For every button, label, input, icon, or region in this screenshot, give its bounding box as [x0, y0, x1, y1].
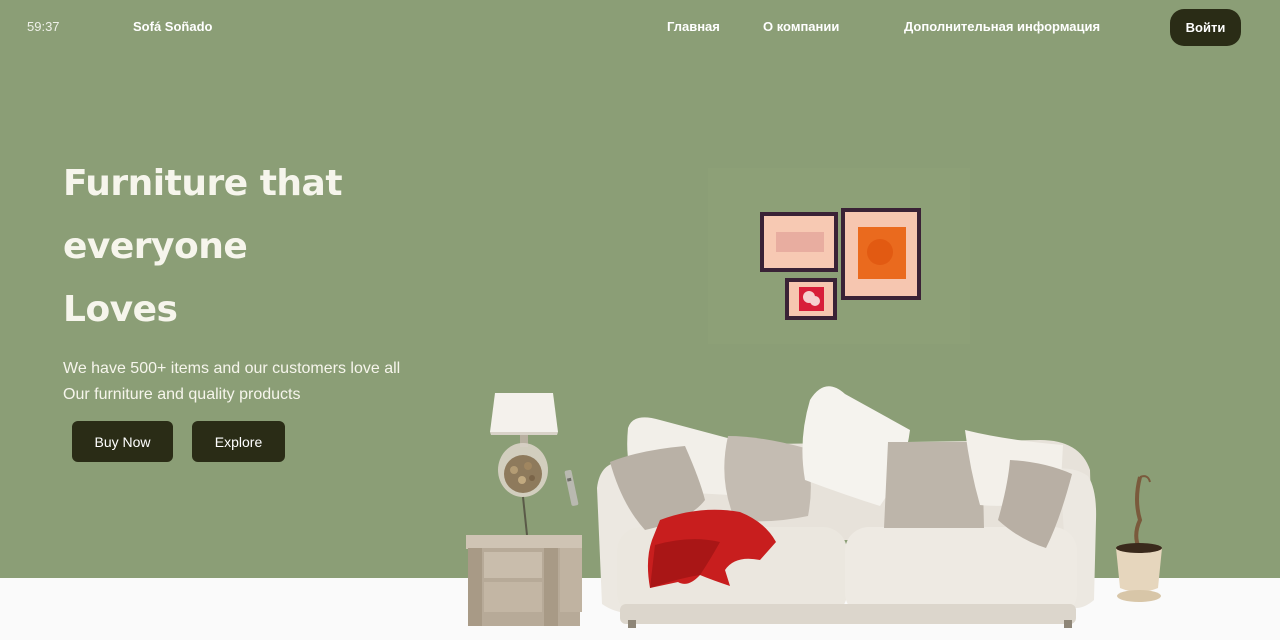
- hero-subtext: We have 500+ items and our customers lov…: [63, 356, 423, 408]
- subtext-line: Our furniture and quality products: [63, 386, 301, 403]
- nav-link-info[interactable]: Дополнительная информация: [904, 19, 1100, 34]
- headline-line: Furniture that: [63, 163, 343, 204]
- subtext-line: We have 500+ items and our customers lov…: [63, 360, 401, 377]
- headline-line: Loves: [63, 289, 178, 330]
- login-button[interactable]: Войти: [1170, 9, 1241, 46]
- nav-link-home[interactable]: Главная: [667, 19, 720, 34]
- headline-line: everyone: [63, 226, 248, 267]
- nav-link-about[interactable]: О компании: [763, 19, 839, 34]
- brand-logo[interactable]: Sofá Soñado: [133, 19, 212, 34]
- buy-now-button[interactable]: Buy Now: [72, 421, 173, 462]
- timer-display: 59:37: [27, 19, 60, 34]
- explore-button[interactable]: Explore: [192, 421, 285, 462]
- floor-area: [0, 578, 1280, 640]
- hero-headline: Furniture that everyone Loves: [63, 152, 423, 341]
